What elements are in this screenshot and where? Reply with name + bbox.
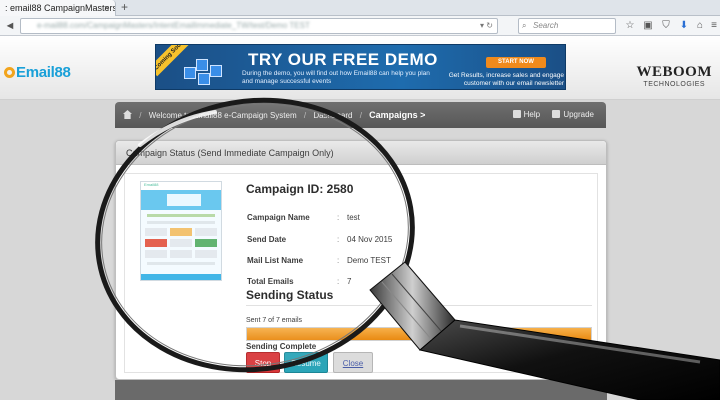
logo-text: Email88 [16, 64, 71, 81]
sending-complete-text: Sending Complete [246, 342, 317, 351]
help-icon[interactable] [512, 110, 521, 118]
field-row: Total Emails:7 [247, 277, 507, 286]
upgrade-icon[interactable] [552, 110, 561, 118]
email88-logo[interactable]: Email88 [4, 64, 71, 81]
home-icon[interactable]: ⌂ [693, 19, 707, 33]
field-colon: : [337, 213, 340, 222]
search-input[interactable]: ⌕ Search [518, 18, 616, 34]
browser-tab-strip: : email88 CampaignMasters × + [0, 0, 720, 16]
url-dropdown-icon[interactable]: ▾ ↻ [480, 19, 493, 33]
brand-sub: TECHNOLOGIES [643, 81, 706, 88]
cubes-graphic-icon [180, 53, 230, 87]
field-colon: : [337, 277, 340, 286]
breadcrumb-separator: / [139, 111, 142, 120]
banner-description: During the demo, you will find out how E… [242, 70, 430, 85]
field-row: Campaign Name: test [247, 213, 507, 222]
campaign-thumbnail[interactable]: Email88 [140, 181, 222, 281]
search-icon: ⌕ [522, 21, 527, 30]
sending-status-title: Sending Status [246, 288, 334, 302]
field-value: 7 [347, 277, 352, 286]
campaign-id: Campaign ID: 2580 [246, 182, 354, 196]
menu-icon[interactable]: ≡ [707, 19, 720, 33]
breadcrumb-dashboard[interactable]: Dashboard [313, 111, 352, 120]
browser-nav-bar: ◄ e-mail88.com/CampaignMasters/IntentEma… [0, 16, 720, 36]
field-value: 04 Nov 2015 [347, 235, 393, 244]
star-icon[interactable]: ☆ [623, 19, 637, 33]
url-bar[interactable]: e-mail88.com/CampaignMasters/IntentEmail… [20, 18, 498, 34]
field-label: Total Emails [247, 277, 294, 286]
help-link[interactable]: Help [524, 110, 540, 119]
shield-icon[interactable]: ⛉ [659, 19, 673, 33]
field-row: Send Date:04 Nov 2015 [247, 235, 507, 244]
field-label: Campaign Name [247, 213, 310, 222]
thumb-header: Email88 [141, 182, 221, 190]
field-value: test [347, 213, 360, 222]
start-now-button[interactable]: START NOW [486, 57, 546, 68]
sent-count-text: Sent 7 of 7 emails [246, 317, 303, 324]
breadcrumb-separator: / [303, 111, 307, 120]
home-crumb-icon[interactable] [123, 110, 132, 119]
field-label: Send Date [247, 235, 287, 244]
search-placeholder: Search [533, 21, 559, 30]
progress-fill [247, 328, 591, 340]
banner-side-text: Get Results, increase sales and engage c… [448, 72, 564, 87]
browser-tab[interactable]: : email88 CampaignMasters × [0, 0, 116, 16]
panel-title: Campaign Status (Send Immediate Campaign… [116, 141, 606, 165]
tab-close-button[interactable]: × [104, 0, 109, 16]
weboom-logo: WEBOOM TECHNOLOGIES [636, 64, 712, 88]
url-text: e-mail88.com/CampaignMasters/IntentEmail… [37, 21, 310, 30]
stop-button[interactable]: Stop [246, 352, 280, 373]
breadcrumb-separator: / [359, 111, 362, 120]
header-actions: Help Upgrade [503, 102, 594, 128]
field-colon: : [337, 256, 340, 265]
new-tab-button[interactable]: + [121, 0, 128, 15]
footer-bar [115, 380, 607, 400]
tab-title: : email88 CampaignMasters [5, 3, 116, 13]
banner-title: TRY OUR FREE DEMO [248, 50, 438, 69]
clipboard-icon[interactable]: ▣ [641, 19, 655, 33]
breadcrumb-trail: / Welcome to Email88 e-Campaign System /… [123, 102, 425, 129]
campaign-status-panel: Campaign Status (Send Immediate Campaign… [115, 140, 607, 380]
field-label: Mail List Name [247, 256, 304, 265]
resume-button[interactable]: Resume [284, 352, 328, 373]
upgrade-link[interactable]: Upgrade [563, 110, 594, 119]
field-value: Demo TEST [347, 256, 391, 265]
breadcrumb-welcome[interactable]: Welcome to Email88 e-Campaign System [149, 111, 297, 120]
download-icon[interactable]: ⬇ [677, 19, 691, 33]
field-colon: : [337, 235, 340, 244]
brand-name: WEBOOM [636, 64, 712, 80]
panel-content: Email88 Campaign ID: 2580 Campaign Name:… [124, 173, 598, 373]
logo-ring-icon [4, 67, 15, 78]
back-icon[interactable]: ◄ [3, 19, 17, 33]
field-row: Mail List Name: Demo TEST [247, 256, 507, 265]
divider [246, 305, 592, 306]
progress-bar [246, 327, 592, 341]
demo-banner[interactable]: Coming Soon! TRY OUR FREE DEMO During th… [155, 44, 566, 90]
breadcrumb-current[interactable]: Campaigns > [369, 110, 425, 120]
breadcrumb: / Welcome to Email88 e-Campaign System /… [115, 102, 606, 128]
close-button[interactable]: Close [333, 352, 373, 373]
